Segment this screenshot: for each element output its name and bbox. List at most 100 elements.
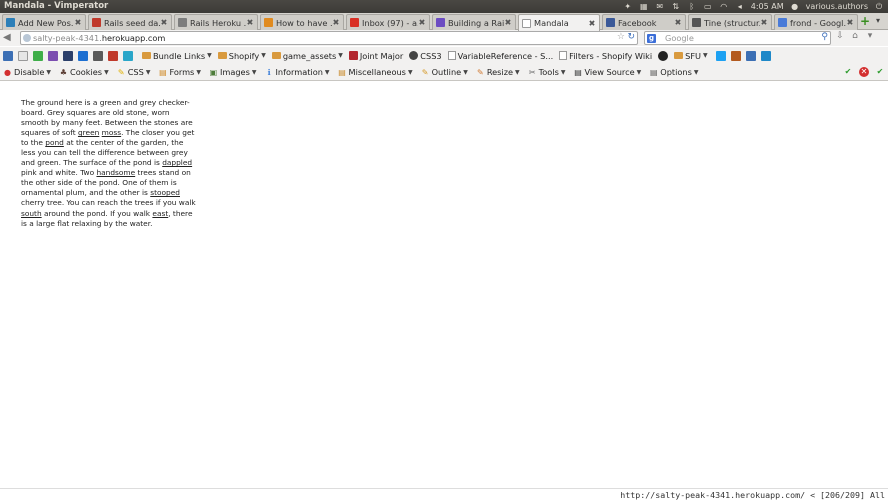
- bookmark-icon-2[interactable]: [18, 50, 28, 61]
- bookmark-icon-4[interactable]: [48, 50, 58, 61]
- page-content: The ground here is a green and grey chec…: [0, 82, 888, 488]
- webdev-menu-0[interactable]: ● Disable ▼: [3, 67, 51, 77]
- url-host: herokuapp.com: [101, 33, 166, 43]
- bookmark-0[interactable]: Bundle Links ▼: [142, 51, 212, 61]
- site-identity-icon[interactable]: [23, 34, 31, 42]
- clock[interactable]: 4:05 AM: [751, 2, 784, 11]
- link-stooped[interactable]: stooped: [150, 188, 180, 197]
- link-south[interactable]: south: [21, 209, 42, 218]
- webdev-menu-1[interactable]: ♣ Cookies ▼: [59, 67, 109, 77]
- url-bar[interactable]: salty-peak-4341. herokuapp.com ☆ ↻: [20, 31, 638, 45]
- close-tab-icon[interactable]: ✖: [674, 18, 682, 27]
- close-tab-icon[interactable]: ✖: [332, 18, 340, 27]
- bookmark-3[interactable]: Joint Major: [348, 51, 403, 61]
- tab-4[interactable]: Inbox (97) - a...✖: [346, 14, 430, 30]
- bookmark-icon-5[interactable]: [63, 50, 73, 61]
- home-icon[interactable]: ⌂: [849, 31, 861, 44]
- window-title: Mandala - Vimperator: [4, 1, 109, 11]
- bookmark-star-icon[interactable]: ☆: [617, 32, 625, 42]
- tab-0[interactable]: Add New Pos... ✖: [2, 14, 86, 30]
- webdev-menu-5[interactable]: ℹ Information ▼: [265, 67, 330, 77]
- webdev-menu-label: Information: [275, 67, 323, 77]
- bookmark-icon-3[interactable]: [33, 50, 43, 61]
- bookmark-icon-6[interactable]: [78, 50, 88, 61]
- check-valid-icon[interactable]: ✔: [875, 67, 885, 77]
- bluetooth-icon[interactable]: ᛒ: [687, 2, 697, 11]
- chevron-down-icon: ▼: [324, 68, 330, 76]
- tab-6[interactable]: Mandala ✖: [518, 14, 600, 31]
- link-dappled[interactable]: dappled: [162, 158, 192, 167]
- bookmark-6[interactable]: Filters - Shopify Wiki: [559, 51, 652, 61]
- network-icon[interactable]: ⇅: [671, 2, 681, 11]
- link-pond[interactable]: pond: [45, 138, 64, 147]
- tab-8[interactable]: Tine (structur...✖: [688, 14, 772, 30]
- bookmark-icon-10[interactable]: [730, 50, 741, 61]
- download-icon[interactable]: ⇩: [834, 31, 846, 44]
- user-name[interactable]: various.authors: [806, 2, 868, 11]
- bookmark-1[interactable]: Shopify ▼: [217, 51, 266, 61]
- tab-3[interactable]: How to have ... ✖: [260, 14, 344, 30]
- webdev-menu-4[interactable]: ▣ Images ▼: [209, 67, 257, 77]
- bookmark-5[interactable]: VariableReference - S...: [447, 51, 553, 61]
- close-tab-icon[interactable]: ✖: [160, 18, 168, 27]
- bookmark-icon-9[interactable]: [123, 50, 133, 61]
- volume-icon[interactable]: ◂: [735, 2, 745, 11]
- url-subdomain: salty-peak-4341.: [33, 33, 102, 43]
- check-green-icon[interactable]: ✔: [843, 67, 853, 77]
- bookmark-icon-7[interactable]: [93, 50, 103, 61]
- webdev-menu-2[interactable]: ✎ CSS ▼: [117, 67, 151, 77]
- battery-icon[interactable]: ▭: [703, 2, 713, 11]
- link-moss[interactable]: moss: [102, 128, 121, 137]
- close-tab-icon[interactable]: ✖: [246, 18, 254, 27]
- webdev-menu-8[interactable]: ✎ Resize ▼: [476, 67, 520, 77]
- tab-7[interactable]: Facebook ✖: [602, 14, 686, 30]
- google-engine-icon[interactable]: g: [647, 34, 656, 43]
- bookmark-icon-8[interactable]: [108, 50, 118, 61]
- error-red-icon[interactable]: ✕: [859, 67, 869, 77]
- search-input[interactable]: g Google ⚲: [644, 31, 831, 45]
- bookmark-icon-12[interactable]: [760, 50, 771, 61]
- bookmark-icon-1[interactable]: [3, 50, 13, 61]
- webdev-menu-10[interactable]: ▤ View Source ▼: [573, 67, 641, 77]
- tab-favicon-icon: [606, 18, 615, 27]
- close-tab-icon[interactable]: ✖: [588, 19, 596, 28]
- bookmark-7[interactable]: SFU ▼: [674, 51, 708, 61]
- close-tab-icon[interactable]: ✖: [504, 18, 512, 27]
- bookmark-icon-11[interactable]: [745, 50, 756, 61]
- wifi-icon[interactable]: ◠: [719, 2, 729, 11]
- bookmark-4[interactable]: CSS3: [409, 51, 442, 61]
- tab-1[interactable]: Rails seed da... ✖: [88, 14, 172, 30]
- tab-9[interactable]: frond - Googl... ✖: [774, 14, 858, 30]
- files-icon[interactable]: ▦: [639, 2, 649, 11]
- dropbox-icon[interactable]: ✦: [623, 2, 633, 11]
- power-icon[interactable]: ⏻: [874, 2, 884, 11]
- link-handsome[interactable]: handsome: [96, 168, 135, 177]
- back-arrow-icon[interactable]: ◀: [3, 32, 17, 44]
- new-tab-icon[interactable]: +: [860, 15, 872, 27]
- webdev-menu-9[interactable]: ✂ Tools ▼: [528, 67, 566, 77]
- link-east[interactable]: east: [152, 209, 168, 218]
- webdev-menu-6[interactable]: ▤ Miscellaneous ▼: [338, 67, 412, 77]
- close-tab-icon[interactable]: ✖: [418, 18, 426, 27]
- close-tab-icon[interactable]: ✖: [846, 18, 854, 27]
- link-green[interactable]: green: [78, 128, 99, 137]
- description-paragraph: The ground here is a green and grey chec…: [21, 98, 199, 229]
- tab-2[interactable]: Rails Heroku ... ✖: [174, 14, 258, 30]
- close-tab-icon[interactable]: ✖: [760, 18, 768, 27]
- webdev-menu-icon: ▤: [159, 67, 167, 77]
- menu-icon[interactable]: ▾: [864, 31, 876, 44]
- bookmark-icon-circle[interactable]: [658, 50, 669, 61]
- webdev-menu-3[interactable]: ▤ Forms ▼: [158, 67, 201, 77]
- bookmark-2[interactable]: game_assets ▼: [271, 51, 343, 61]
- bookmark-icon-twitter[interactable]: [715, 50, 726, 61]
- chevron-down-icon: ▼: [338, 52, 343, 59]
- search-icon[interactable]: ⚲: [821, 32, 828, 42]
- reload-icon[interactable]: ↻: [627, 32, 635, 42]
- tab-5[interactable]: Building a Rai...✖: [432, 14, 516, 30]
- webdev-menu-7[interactable]: ✎ Outline ▼: [421, 67, 468, 77]
- mail-icon[interactable]: ✉: [655, 2, 665, 11]
- close-tab-icon[interactable]: ✖: [74, 18, 82, 27]
- tab-list-icon[interactable]: ▾: [876, 16, 886, 26]
- chevron-down-icon: ▼: [560, 68, 566, 76]
- webdev-menu-11[interactable]: ▤ Options ▼: [649, 67, 699, 77]
